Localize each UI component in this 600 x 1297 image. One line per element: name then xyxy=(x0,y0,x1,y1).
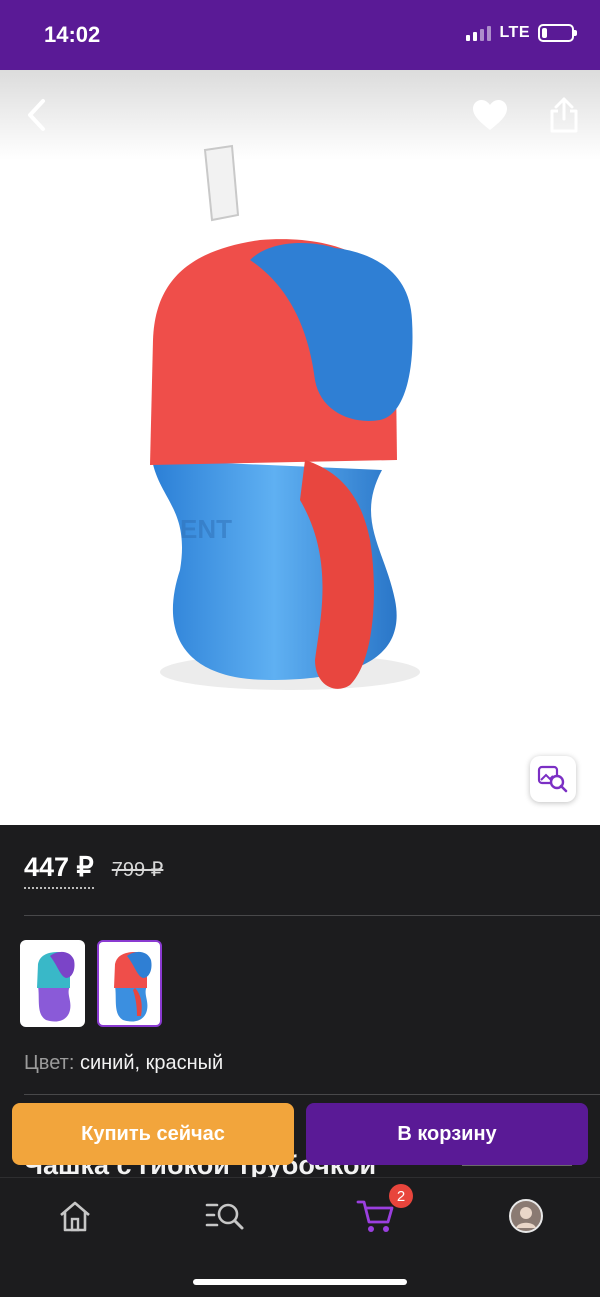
price-row: 447 ₽ 799 ₽ xyxy=(24,852,163,889)
add-to-cart-button[interactable]: В корзину xyxy=(306,1103,588,1165)
battery-icon xyxy=(538,24,577,42)
color-label: Цвет: xyxy=(24,1052,75,1074)
product-thumbnail xyxy=(113,951,152,1022)
signal-icon xyxy=(466,25,492,41)
color-info: Цвет: синий, красный xyxy=(24,1052,223,1075)
svg-text:ENT: ENT xyxy=(180,514,232,544)
favorite-button[interactable] xyxy=(467,92,513,138)
status-indicators: LTE xyxy=(466,24,577,42)
color-variants xyxy=(20,940,162,1027)
image-search-icon xyxy=(537,765,568,793)
back-button[interactable] xyxy=(14,92,60,138)
old-price: 799 ₽ xyxy=(111,859,164,881)
avatar-icon xyxy=(509,1199,543,1233)
share-icon xyxy=(550,97,578,133)
product-photo: ENT xyxy=(150,144,420,690)
network-type: LTE xyxy=(499,24,530,41)
chevron-left-icon xyxy=(28,99,45,131)
divider xyxy=(24,915,600,916)
product-thumbnail xyxy=(36,951,75,1022)
heart-icon xyxy=(473,100,507,130)
home-indicator[interactable] xyxy=(193,1279,407,1285)
status-time: 14:02 xyxy=(44,22,101,47)
current-price[interactable]: 447 ₽ xyxy=(24,852,94,889)
color-value: синий, красный xyxy=(79,1052,224,1074)
tab-home[interactable] xyxy=(53,1196,97,1236)
variant-thumb-purple[interactable] xyxy=(20,940,85,1027)
variant-thumb-blue-red[interactable] xyxy=(97,940,162,1027)
home-icon xyxy=(60,1201,90,1232)
visual-search-button[interactable] xyxy=(530,756,576,802)
tab-profile[interactable] xyxy=(504,1196,548,1236)
cart-count-badge: 2 xyxy=(389,1184,413,1208)
buy-now-button[interactable]: Купить сейчас xyxy=(12,1103,294,1165)
tab-catalog[interactable] xyxy=(203,1196,247,1236)
catalog-search-icon xyxy=(205,1203,244,1230)
share-button[interactable] xyxy=(541,92,587,138)
product-image-gallery[interactable]: ENT xyxy=(0,70,600,825)
status-bar: 14:02 LTE xyxy=(0,0,600,70)
divider xyxy=(24,1094,600,1095)
cart-icon xyxy=(356,1200,394,1232)
